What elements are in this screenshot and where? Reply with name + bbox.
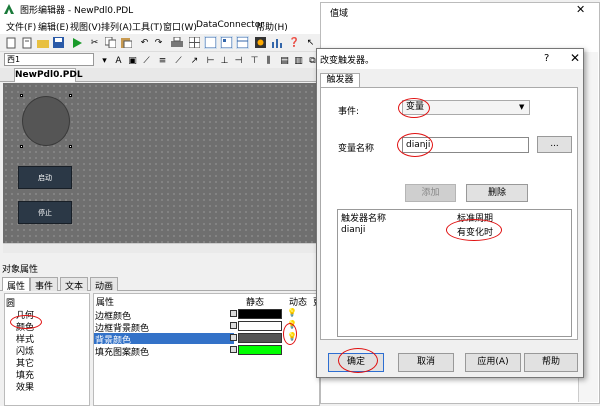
menu-view[interactable]: 视图(V) <box>70 20 101 33</box>
grid-header-static: 静态 <box>246 298 265 308</box>
panel-title: 对象属性 <box>2 265 39 275</box>
align-left-icon[interactable]: ⊢ <box>204 54 217 67</box>
selection-handle[interactable] <box>69 145 72 148</box>
column-header-trigger-name: 触发器名称 <box>341 214 387 224</box>
menu-dataconnector[interactable]: DataConnector <box>196 20 264 30</box>
lightbulb-icon[interactable]: 💡 <box>287 308 297 317</box>
tree-item-effect[interactable]: 效果 <box>16 380 34 393</box>
chart-icon[interactable] <box>270 36 283 49</box>
line-width-icon[interactable]: ⟋ <box>172 54 185 67</box>
annotation-circle <box>10 315 42 329</box>
help-pointer-icon[interactable]: ❓ <box>288 36 301 49</box>
paste-icon[interactable] <box>120 36 133 49</box>
new-file-icon[interactable] <box>4 36 17 49</box>
variable-name-label: 变量名称 <box>338 144 375 154</box>
arrow-style-icon[interactable]: ↗ <box>188 54 201 67</box>
window-title: 图形编辑器 - NewPdl0.PDL <box>20 6 134 16</box>
new-doc-icon[interactable] <box>20 36 33 49</box>
close-icon[interactable]: ✕ <box>576 3 585 16</box>
app-icon <box>3 3 15 15</box>
layer-icon[interactable] <box>204 36 217 49</box>
menu-edit[interactable]: 编辑(E) <box>38 20 69 33</box>
menu-arrange[interactable]: 排列(A) <box>101 20 132 33</box>
apply-button[interactable]: 应用(A) <box>465 353 521 372</box>
grid-header-dynamic: 动态 <box>289 298 308 308</box>
color-swatch[interactable] <box>238 321 282 331</box>
menu-window[interactable]: 窗口(W) <box>163 20 197 33</box>
grid-icon[interactable] <box>188 36 201 49</box>
help-icon[interactable]: ? <box>544 53 549 64</box>
distribute-icon[interactable]: ⫼ <box>262 54 275 67</box>
redo-icon[interactable]: ↷ <box>152 36 165 49</box>
cancel-button[interactable]: 取消 <box>398 353 454 372</box>
table-icon[interactable] <box>236 36 249 49</box>
run-icon[interactable] <box>70 36 83 49</box>
horizontal-scrollbar[interactable] <box>3 243 320 253</box>
line-style-icon[interactable]: ≡ <box>156 54 169 67</box>
delete-button[interactable]: 删除 <box>466 184 528 202</box>
stop-button[interactable]: 停止 <box>18 201 72 224</box>
browse-button[interactable]: ... <box>537 136 572 153</box>
tab-properties[interactable]: 属性 <box>2 277 31 292</box>
annotation-circle <box>446 219 502 241</box>
menu-tools[interactable]: 工具(T) <box>132 20 163 33</box>
color-swatch[interactable] <box>238 345 282 355</box>
line-color-icon[interactable]: ⟋ <box>140 54 153 67</box>
fill-color-icon[interactable]: ▣ <box>126 54 139 67</box>
copy-icon[interactable] <box>104 36 117 49</box>
edit-icon[interactable] <box>230 322 237 329</box>
edit-icon[interactable] <box>230 346 237 353</box>
dropdown-arrow-icon[interactable]: ▾ <box>98 54 111 67</box>
document-tab[interactable]: NewPdl0.PDL <box>14 68 83 82</box>
align-top-icon[interactable]: ⊤ <box>248 54 261 67</box>
color-swatch[interactable] <box>238 333 282 343</box>
align-right-icon[interactable]: ⊣ <box>232 54 245 67</box>
open-folder-icon[interactable] <box>36 36 49 49</box>
font-select[interactable]: 西1 <box>4 53 94 66</box>
selection-handle[interactable] <box>69 94 72 97</box>
annotation-circle <box>398 98 430 118</box>
edit-icon[interactable] <box>230 310 237 317</box>
send-back-icon[interactable]: ▥ <box>292 54 305 67</box>
close-icon[interactable]: ✕ <box>570 51 580 65</box>
align-center-icon[interactable]: ⊥ <box>218 54 231 67</box>
selection-handle[interactable] <box>20 94 23 97</box>
event-label: 事件: <box>338 107 360 117</box>
bring-front-icon[interactable]: ▤ <box>278 54 291 67</box>
annotation-circle <box>283 323 297 345</box>
tab-trigger[interactable]: 触发器 <box>320 73 360 87</box>
property-row-label[interactable]: 填充图案颜色 <box>95 345 149 358</box>
menu-file[interactable]: 文件(F) <box>6 20 36 33</box>
print-icon[interactable] <box>170 36 183 49</box>
annotation-circle <box>338 348 378 373</box>
tab-events[interactable]: 事件 <box>30 277 59 292</box>
save-icon[interactable] <box>52 36 65 49</box>
start-button[interactable]: 启动 <box>18 166 72 189</box>
selection-handle[interactable] <box>20 145 23 148</box>
circle-object[interactable] <box>22 96 70 146</box>
grid-header-property: 属性 <box>96 298 115 308</box>
list-item[interactable]: dianji <box>341 225 365 235</box>
color-swatch[interactable] <box>238 309 282 319</box>
library-icon[interactable] <box>254 36 267 49</box>
dialog-title: 改变触发器。 <box>320 56 375 66</box>
add-button[interactable]: 添加 <box>405 184 456 202</box>
range-dialog-title: 值域 <box>330 9 349 19</box>
snap-icon[interactable] <box>220 36 233 49</box>
tab-animation[interactable]: 动画 <box>90 277 119 292</box>
text-color-icon[interactable]: A <box>112 54 125 67</box>
chevron-down-icon[interactable]: ▼ <box>519 103 524 111</box>
tree-item-circle[interactable]: 圆 <box>6 296 15 309</box>
menu-help[interactable]: 帮助(H) <box>256 20 288 33</box>
help-button[interactable]: 帮助 <box>524 353 578 372</box>
annotation-circle <box>397 133 433 157</box>
edit-icon[interactable] <box>230 334 237 341</box>
cut-icon[interactable]: ✂ <box>88 36 101 49</box>
tab-text[interactable]: 文本 <box>60 277 89 292</box>
undo-icon[interactable]: ↶ <box>138 36 151 49</box>
